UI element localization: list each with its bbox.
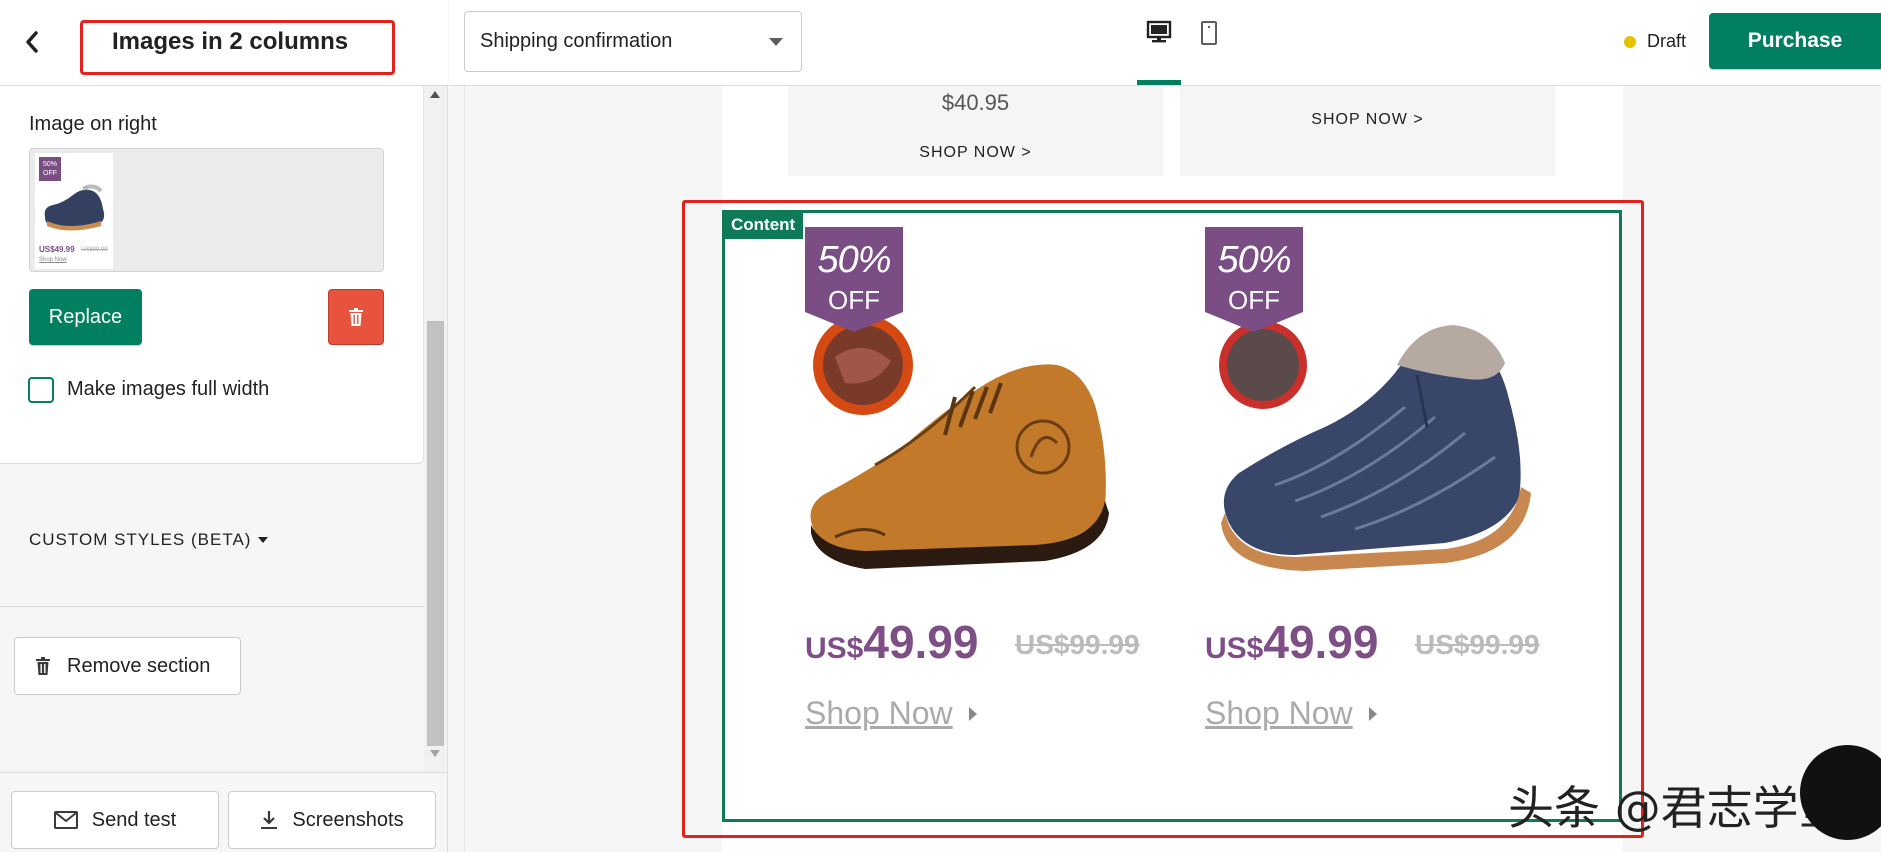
mobile-view-tab[interactable] <box>1187 20 1231 80</box>
product-price: US$49.99 <box>805 615 978 669</box>
thumbnail-shoe-image <box>44 184 105 231</box>
currency: US$ <box>1205 632 1264 665</box>
price-value: 49.99 <box>1263 616 1379 668</box>
send-test-button[interactable]: Send test <box>11 791 219 849</box>
product-old-price: US$99.99 <box>1415 629 1540 660</box>
image-right-preview[interactable]: 50% OFF US$49.99 US$99.99 Shop Now <box>29 148 384 272</box>
discount-badge: 50% OFF <box>805 227 903 332</box>
caret-down-icon <box>769 37 783 46</box>
thumbnail-shop: Shop Now <box>39 257 67 263</box>
email-preview-canvas: $40.95 SHOP NOW > SHOP NOW > Content 50%… <box>449 86 1881 852</box>
badge-off: OFF <box>828 285 880 315</box>
arrow-right-icon <box>1369 707 1377 721</box>
product-image-right[interactable]: 50% OFF US$49.99 US$99.99 Shop Now <box>1205 227 1605 787</box>
status-dot <box>1624 36 1636 48</box>
trash-icon <box>36 657 50 675</box>
active-tab-indicator <box>1137 80 1181 85</box>
canvas-edge <box>464 86 465 852</box>
product-price: US$49.99 <box>1205 615 1378 669</box>
shop-now-link[interactable]: Shop Now <box>805 695 953 732</box>
scroll-down-arrow[interactable] <box>424 750 446 766</box>
screenshots-label: Screenshots <box>292 808 404 831</box>
full-width-label: Make images full width <box>67 378 270 400</box>
purchase-button[interactable]: Purchase <box>1709 13 1881 69</box>
arrow-up-icon <box>430 91 440 98</box>
product-old-price: US$99.99 <box>1015 629 1140 660</box>
shop-now-link[interactable]: SHOP NOW > <box>788 144 1163 162</box>
arrow-down-icon <box>430 750 440 757</box>
full-width-checkbox[interactable] <box>28 377 54 403</box>
thumbnail-old-price: US$99.99 <box>81 247 108 253</box>
replace-image-button[interactable]: Replace <box>29 289 142 345</box>
previous-product-card[interactable]: $40.95 SHOP NOW > <box>788 86 1163 176</box>
editor-topbar: Shipping confirmation Draft Purchase <box>449 0 1881 86</box>
template-select[interactable]: Shipping confirmation <box>464 11 802 72</box>
delete-image-button[interactable] <box>328 289 384 345</box>
previous-product-card[interactable]: SHOP NOW > <box>1180 86 1555 176</box>
product-image-left[interactable]: 50% OFF US$49.99 US$99.99 Shop Now <box>805 227 1205 787</box>
badge-off: OFF <box>1228 285 1280 315</box>
section-settings-card: Image on right 50% OFF US$49.99 US$99.99… <box>0 86 424 464</box>
discount-badge: 50% OFF <box>1205 227 1303 332</box>
download-icon <box>261 811 278 829</box>
sidebar-scrollbar[interactable] <box>424 86 446 772</box>
custom-styles-label: CUSTOM STYLES (BETA) <box>29 530 252 549</box>
badge-percent: 50% <box>817 239 891 281</box>
custom-styles-toggle[interactable]: CUSTOM STYLES (BETA) <box>29 530 269 550</box>
divider <box>0 606 424 607</box>
sidebar-header: Images in 2 columns <box>0 0 448 86</box>
envelope-icon <box>53 811 78 829</box>
template-select-value: Shipping confirmation <box>480 30 673 52</box>
currency: US$ <box>805 632 864 665</box>
thumbnail-badge: 50% OFF <box>39 157 61 181</box>
send-test-label: Send test <box>91 808 177 831</box>
screenshots-button[interactable]: Screenshots <box>228 791 436 849</box>
status-badge: Draft <box>1647 31 1687 51</box>
remove-section-label: Remove section <box>67 654 211 677</box>
price-value: 49.99 <box>863 616 979 668</box>
settings-sidebar: Images in 2 columns Image on right 50% O… <box>0 0 448 852</box>
desktop-view-tab[interactable] <box>1137 20 1181 86</box>
previous-product-price: $40.95 <box>941 90 1010 115</box>
content-section[interactable]: Content 50% OFF US$49.99 US$99.99 Shop N… <box>722 210 1622 822</box>
mobile-icon <box>1201 21 1217 45</box>
shop-now-link[interactable]: Shop Now <box>1205 695 1353 732</box>
section-title: Images in 2 columns <box>112 28 349 55</box>
chevron-left-icon <box>26 31 38 53</box>
caret-down-icon <box>258 537 269 543</box>
thumbnail-price: US$49.99 <box>39 245 75 254</box>
footer-divider <box>0 772 448 773</box>
desktop-icon <box>1146 20 1172 43</box>
back-button[interactable] <box>12 22 52 62</box>
shop-now-link[interactable]: SHOP NOW > <box>1180 111 1555 129</box>
content-tag: Content <box>725 213 804 239</box>
remove-section-button[interactable]: Remove section <box>14 637 241 695</box>
scroll-up-arrow[interactable] <box>424 90 446 106</box>
badge-percent: 50% <box>1217 239 1291 281</box>
brown-shoe-image <box>810 315 1109 569</box>
arrow-right-icon <box>969 707 977 721</box>
trash-icon <box>349 308 363 326</box>
navy-boot-image <box>1219 321 1531 571</box>
scrollbar-thumb[interactable] <box>427 321 444 746</box>
image-right-label: Image on right <box>29 113 157 135</box>
watermark-text: 头条 @君志学堂 <box>1508 781 1845 835</box>
image-thumbnail: 50% OFF US$49.99 US$99.99 Shop Now <box>35 153 113 269</box>
